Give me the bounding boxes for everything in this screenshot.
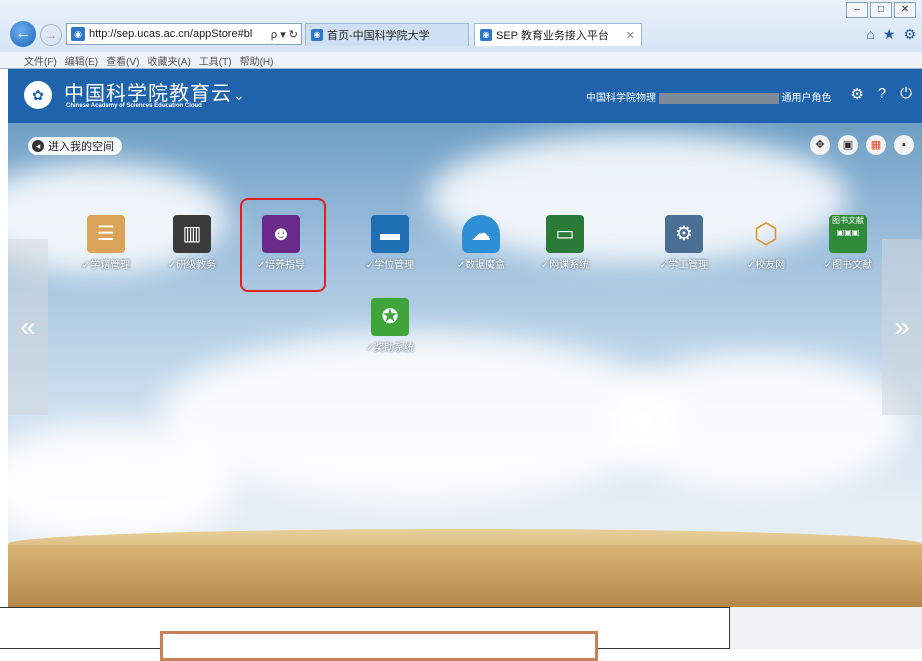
tab-sep-platform[interactable]: ◉ SEP 教育业务接入平台 ✕ <box>474 23 642 46</box>
chevron-down-icon[interactable]: ⌄ <box>233 87 245 104</box>
forward-button[interactable]: → <box>40 24 62 46</box>
settings-gear-icon[interactable]: ⚙ <box>850 85 863 103</box>
address-controls[interactable]: ρ ▾ ↻ <box>268 28 301 41</box>
menu-help[interactable]: 帮助(H) <box>240 53 274 68</box>
maximize-button[interactable]: □ <box>870 2 892 18</box>
close-window-button[interactable]: ✕ <box>894 2 916 18</box>
app-label: ✓网课系统 <box>540 260 590 271</box>
list-view-icon[interactable]: ▪ <box>894 135 914 155</box>
building-icon: ▥ <box>173 215 211 253</box>
user-info: 中国科学院物理 通用户角色 <box>586 89 832 104</box>
student-record-icon: ☰ <box>87 215 125 253</box>
tab-favicon-icon: ◉ <box>311 29 323 41</box>
enter-my-space-button[interactable]: ◂ 进入我的空间 <box>28 137 122 155</box>
browser-chrome: – □ ✕ ← → ◉ http://sep.ucas.ac.cn/appSto… <box>0 0 922 69</box>
app-label: ✓学工管理 <box>659 260 709 271</box>
app-label: ✓研级教务 <box>167 260 217 271</box>
app-data-box[interactable]: ☁ ✓数据魔盒 <box>445 215 517 271</box>
redacted-block <box>658 92 779 104</box>
wheat-field <box>8 545 922 607</box>
library-icon: 图书文献 ▣▣▣ <box>829 215 867 253</box>
menu-edit[interactable]: 编辑(E) <box>65 53 98 68</box>
graduation-cap-icon: ▬ <box>371 215 409 253</box>
site-logo-title[interactable]: 中国科学院教育云 <box>64 77 232 106</box>
app-label: ✓学位管理 <box>365 260 415 271</box>
menu-view[interactable]: 查看(V) <box>106 53 139 68</box>
app-academic-affairs[interactable]: ▥ ✓研级教务 <box>156 215 228 271</box>
address-url[interactable]: http://sep.ucas.ac.cn/appStore#bl <box>89 28 268 40</box>
menu-file[interactable]: 文件(F) <box>24 53 57 68</box>
user-role[interactable]: 通用户角色 <box>782 93 832 104</box>
browser-toolbar-icons: ⌂ ★ ⚙ <box>866 26 916 43</box>
favorites-star-icon[interactable]: ★ <box>883 26 896 43</box>
enter-space-label: 进入我的空间 <box>48 141 114 153</box>
app-label: ✓数据魔盒 <box>456 260 506 271</box>
next-page-arrow[interactable]: » <box>882 239 922 415</box>
library-badge: 图书文献 <box>832 216 864 225</box>
tab-close-icon[interactable]: ✕ <box>626 29 635 42</box>
app-online-course[interactable]: ▭ ✓网课系统 <box>529 215 601 271</box>
app-label: ✓图书文献 <box>823 260 873 271</box>
app-label: ✓奖助系统 <box>365 343 415 354</box>
address-bar[interactable]: ◉ http://sep.ucas.ac.cn/appStore#bl ρ ▾ … <box>66 23 302 45</box>
tab-label: 首页-中国科学院大学 <box>327 30 430 42</box>
view-tools: ✥ ▣ ▦ ▪ <box>810 135 914 155</box>
highlight-annotation <box>240 198 326 292</box>
tools-gear-icon[interactable]: ⚙ <box>903 26 916 43</box>
user-org: 中国科学院物理 <box>586 93 656 104</box>
app-label: ✓校友网 <box>746 260 786 271</box>
tab-label: SEP 教育业务接入平台 <box>496 30 609 42</box>
app-award-system[interactable]: ✪ ✓奖助系统 <box>354 298 426 354</box>
site-logo-subtitle: Chinese Academy of Sciences Education Cl… <box>66 103 202 109</box>
arrow-left-icon: ◂ <box>32 140 44 152</box>
tab-favicon-icon: ◉ <box>480 29 492 41</box>
cas-emblem-icon[interactable]: ✿ <box>24 81 52 109</box>
cloud-box-icon: ☁ <box>462 215 500 253</box>
move-icon[interactable]: ✥ <box>810 135 830 155</box>
grid-view-icon[interactable]: ▦ <box>866 135 886 155</box>
site-header: ✿ 中国科学院教育云 Chinese Academy of Sciences E… <box>8 69 922 123</box>
back-button[interactable]: ← <box>10 21 36 47</box>
minimize-button[interactable]: – <box>846 2 868 18</box>
network-ring-icon: ⬡ <box>753 218 779 249</box>
cloud <box>608 353 908 493</box>
settings-person-icon: ⚙ <box>665 215 703 253</box>
app-label: ✓学籍管理 <box>81 260 131 271</box>
caption-box <box>160 631 598 661</box>
app-alumni[interactable]: ⬡ ✓校友网 <box>730 215 802 271</box>
menu-bar: 文件(F) 编辑(E) 查看(V) 收藏夹(A) 工具(T) 帮助(H) <box>0 52 922 68</box>
power-icon[interactable]: ⏻ <box>900 85 912 103</box>
app-library[interactable]: 图书文献 ▣▣▣ ✓图书文献 <box>812 215 884 271</box>
site-favicon-icon: ◉ <box>71 27 85 41</box>
page-bottom-strip <box>730 607 922 649</box>
wallpaper-icon[interactable]: ▣ <box>838 135 858 155</box>
app-student-records[interactable]: ☰ ✓学籍管理 <box>70 215 142 271</box>
award-icon: ✪ <box>371 298 409 336</box>
app-workspace: ◂ 进入我的空间 ✥ ▣ ▦ ▪ « » ☰ ✓学籍管理 ▥ ✓研级教务 ☻ ✓… <box>8 123 922 607</box>
header-actions: ⚙ ? ⏻ <box>850 85 912 103</box>
prev-page-arrow[interactable]: « <box>8 239 48 415</box>
computer-icon: ▭ <box>546 215 584 253</box>
menu-favorites[interactable]: 收藏夹(A) <box>147 53 190 68</box>
help-icon[interactable]: ? <box>878 85 886 103</box>
tab-ucas-home[interactable]: ◉ 首页-中国科学院大学 <box>305 23 469 46</box>
menu-tools[interactable]: 工具(T) <box>199 53 232 68</box>
app-degree-management[interactable]: ▬ ✓学位管理 <box>354 215 426 271</box>
home-icon[interactable]: ⌂ <box>866 26 874 43</box>
window-controls: – □ ✕ <box>846 2 916 18</box>
app-student-affairs[interactable]: ⚙ ✓学工管理 <box>648 215 720 271</box>
